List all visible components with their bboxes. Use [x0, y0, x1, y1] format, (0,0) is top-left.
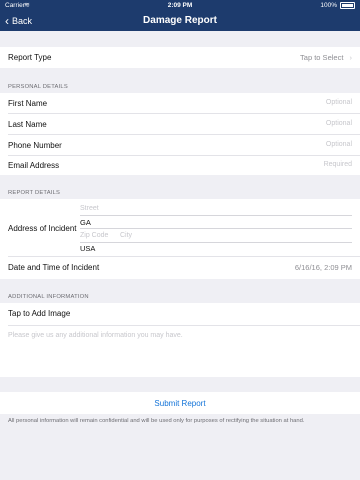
street-field[interactable]: Street [80, 205, 352, 212]
chevron-right-icon: › [349, 53, 353, 62]
datetime-label: Date and Time of Incident [8, 263, 100, 272]
battery-percent: 100% [320, 2, 337, 9]
divider [80, 242, 352, 243]
email-row[interactable]: Email Address Required [0, 156, 360, 175]
additional-info-group: Tap to Add Image Please give us any addi… [0, 303, 360, 377]
report-type-row[interactable]: Report Type Tap to Select › [0, 47, 360, 68]
phone-row[interactable]: Phone Number Optional [0, 135, 360, 155]
top-bar: Carrier ≋ 2:09 PM 100% ‹ Back Damage Rep… [0, 0, 360, 31]
zip-field[interactable]: Zip Code [80, 232, 116, 239]
personal-details-header: PERSONAL DETAILS [8, 84, 68, 90]
divider [80, 215, 352, 216]
nav-bar: ‹ Back Damage Report [0, 11, 360, 31]
report-type-label: Report Type [8, 53, 52, 62]
divider [8, 325, 360, 326]
city-field[interactable]: City [120, 232, 352, 239]
last-name-row[interactable]: Last Name Optional [0, 114, 360, 134]
report-details-group: Address of Incident Street GA Zip Code C… [0, 199, 360, 279]
datetime-value[interactable]: 6/16/16, 2:09 PM [295, 263, 352, 272]
state-field[interactable]: GA [80, 218, 352, 227]
last-name-field[interactable]: Optional [326, 120, 352, 127]
additional-info-header: ADDITIONAL INFORMATION [8, 294, 89, 300]
first-name-label: First Name [8, 99, 48, 108]
battery-icon [340, 2, 355, 9]
page-title: Damage Report [143, 15, 217, 26]
datetime-row[interactable]: Date and Time of Incident 6/16/16, 2:09 … [0, 257, 360, 279]
submit-row: Submit Report [0, 392, 360, 414]
report-details-header: REPORT DETAILS [8, 190, 61, 196]
first-name-row[interactable]: First Name Optional [0, 93, 360, 113]
email-field[interactable]: Required [324, 161, 352, 168]
phone-label: Phone Number [8, 141, 62, 150]
privacy-note: All personal information will remain con… [8, 418, 305, 424]
personal-details-group: First Name Optional Last Name Optional P… [0, 93, 360, 175]
submit-report-button[interactable]: Submit Report [0, 399, 360, 408]
report-type-value: Tap to Select › [300, 53, 352, 62]
address-label: Address of Incident [8, 224, 77, 233]
status-bar: Carrier ≋ 2:09 PM 100% [0, 0, 360, 11]
country-field[interactable]: USA [80, 244, 352, 253]
last-name-label: Last Name [8, 120, 47, 129]
add-image-label: Tap to Add Image [8, 309, 71, 318]
add-image-row[interactable]: Tap to Add Image [0, 303, 360, 325]
phone-field[interactable]: Optional [326, 141, 352, 148]
first-name-field[interactable]: Optional [326, 99, 352, 106]
status-time: 2:09 PM [167, 2, 193, 9]
notes-textarea[interactable]: Please give us any additional informatio… [8, 332, 183, 339]
divider [80, 228, 352, 229]
email-label: Email Address [8, 161, 60, 170]
